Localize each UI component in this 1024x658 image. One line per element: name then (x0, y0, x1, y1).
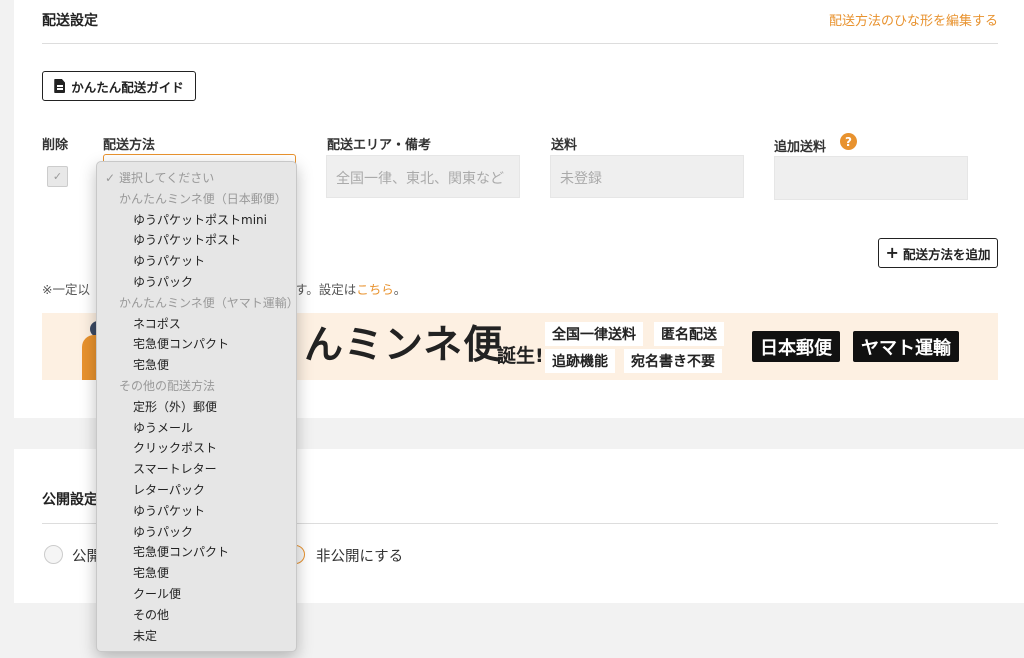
area-input[interactable]: 全国一律、東北、関東など (326, 155, 520, 198)
delete-checkbox[interactable]: ✓ (47, 166, 68, 187)
banner-tag: 全国一律送料 (545, 322, 643, 346)
document-icon (54, 79, 66, 93)
banner-subheadline: 誕生! (497, 345, 544, 367)
publish-title: 公開設定 (42, 492, 98, 508)
dropdown-option[interactable]: ゆうパケット (97, 501, 296, 522)
shipping-title: 配送設定 (42, 13, 98, 29)
add-shipping-method-button[interactable]: + 配送方法を追加 (878, 238, 998, 268)
plus-icon: + (885, 243, 899, 262)
dropdown-option[interactable]: ゆうパック (97, 522, 296, 543)
carrier-badge: ヤマト運輸 (853, 331, 959, 362)
edit-template-link[interactable]: 配送方法のひな形を編集する (829, 10, 998, 29)
shipping-guide-button[interactable]: かんたん配送ガイド (42, 71, 196, 101)
note-suffix: す。設定は (294, 282, 357, 297)
dropdown-option[interactable]: その他 (97, 605, 296, 626)
dropdown-option[interactable]: クリックポスト (97, 438, 296, 459)
question-icon[interactable]: ? (840, 133, 857, 150)
banner-headline: んミンネ便 (304, 323, 504, 368)
dropdown-option[interactable]: 宅急便コンパクト (97, 334, 296, 355)
extra-fee-input[interactable] (774, 156, 968, 200)
shipping-guide-label: かんたん配送ガイド (71, 79, 184, 95)
dropdown-option[interactable]: 宅急便 (97, 563, 296, 584)
extra-fee-column-label: 追加送料 (774, 140, 827, 155)
dropdown-option[interactable]: 宅急便 (97, 355, 296, 376)
dropdown-option[interactable]: 未定 (97, 626, 296, 647)
dropdown-option[interactable]: レターパック (97, 480, 296, 501)
dropdown-selected-option[interactable]: ✓ 選択してください (97, 168, 296, 189)
dropdown-option[interactable]: ゆうパケット (97, 251, 296, 272)
add-shipping-method-label: 配送方法を追加 (902, 246, 991, 262)
banner-tag: 追跡機能 (545, 349, 615, 373)
dropdown-option[interactable]: 定形（外）郵便 (97, 397, 296, 418)
dropdown-option[interactable]: ゆうパック (97, 272, 296, 293)
carrier-badge: 日本郵便 (752, 331, 840, 362)
dropdown-option[interactable]: ゆうメール (97, 418, 296, 439)
method-column-label: 配送方法 (103, 138, 156, 153)
banner-tag: 匿名配送 (654, 322, 724, 346)
fee-input[interactable]: 未登録 (550, 155, 744, 198)
dropdown-option[interactable]: スマートレター (97, 459, 296, 480)
area-column-label: 配送エリア・備考 (327, 138, 432, 153)
dropdown-option[interactable]: クール便 (97, 584, 296, 605)
private-radio-label: 非公開にする (316, 549, 404, 565)
dropdown-option[interactable]: ゆうパケットポストmini (97, 210, 296, 231)
fee-column-label: 送料 (551, 138, 578, 153)
dropdown-option[interactable]: ネコポス (97, 314, 296, 335)
dropdown-option[interactable]: 宅急便コンパクト (97, 542, 296, 563)
dropdown-group-label: かんたんミンネ便（ヤマト運輸） (119, 295, 299, 310)
banner-tag: 宛名書き不要 (624, 349, 722, 373)
dropdown-option[interactable]: ゆうパケットポスト (97, 230, 296, 251)
divider (42, 43, 998, 44)
note-end: 。 (393, 282, 407, 297)
note-prefix: ※一定以 (42, 282, 90, 297)
check-icon: ✓ (52, 170, 63, 183)
note-link[interactable]: こちら (356, 282, 394, 297)
shipping-method-dropdown[interactable]: ✓ 選択してください かんたんミンネ便（日本郵便） ゆうパケットポストmini ゆ… (96, 161, 299, 652)
check-icon: ✓ (105, 171, 116, 185)
dropdown-group-label: かんたんミンネ便（日本郵便） (119, 191, 287, 206)
public-radio[interactable] (44, 545, 63, 564)
selected-option-label: 選択してください (119, 171, 215, 185)
delete-column-label: 削除 (42, 138, 69, 153)
dropdown-group-label: その他の配送方法 (119, 378, 216, 393)
